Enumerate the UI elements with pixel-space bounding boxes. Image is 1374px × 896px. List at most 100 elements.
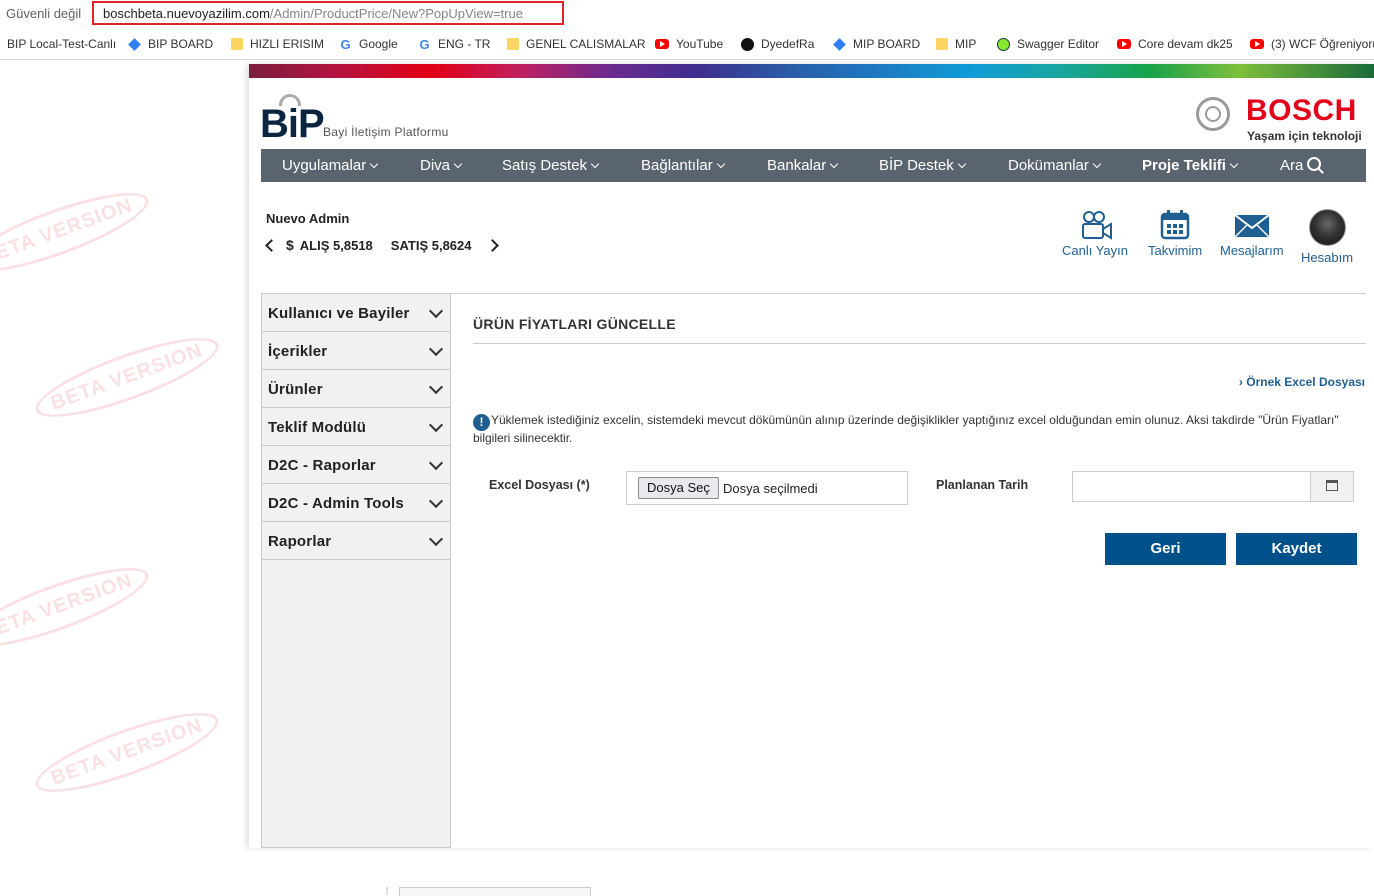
bookmark-core-devam[interactable]: Core devam dk25 [1117, 37, 1233, 51]
date-picker-button[interactable] [1310, 472, 1353, 501]
sidebar-item-d2c-raporlar[interactable]: D2C - Raporlar [262, 446, 450, 484]
bookmark-label: ENG - TR [438, 37, 491, 51]
jira-diamond-icon [833, 37, 846, 51]
security-indicator[interactable]: Güvenli değil [6, 6, 81, 21]
exchange-rates: $ ALIŞ 5,8518 SATIŞ 5,8624 [265, 237, 499, 253]
folder-icon [507, 38, 519, 50]
bookmark-hizli-erisim[interactable]: HIZLI ERISIM [231, 37, 324, 51]
info-icon: ! [473, 414, 490, 431]
excel-file-label: Excel Dosyası (*) [489, 478, 590, 492]
sidebar-item-raporlar[interactable]: Raporlar [262, 522, 450, 560]
nav-bankalar[interactable]: Bankalar [763, 149, 841, 182]
nav-uygulamalar[interactable]: Uygulamalar [278, 149, 381, 182]
choose-file-button[interactable]: Dosya Seç [638, 477, 719, 499]
chevron-down-icon [716, 159, 725, 169]
bosch-armature-icon [1196, 97, 1230, 131]
bookmark-label: Core devam dk25 [1138, 37, 1233, 51]
chevron-down-icon [428, 417, 444, 433]
bookmark-mip-board[interactable]: MIP BOARD [833, 37, 920, 51]
sidebar-item-label: Raporlar [268, 533, 332, 550]
nav-label: Ara [1280, 157, 1304, 174]
chevron-down-icon [428, 379, 444, 395]
nav-search[interactable]: Ara [1276, 149, 1325, 182]
bookmark-bip-local[interactable]: BIP Local-Test-Canlı [7, 37, 116, 51]
chevron-down-icon [428, 531, 444, 547]
bosch-logo: BOSCH Yaşam için teknoloji [1196, 94, 1366, 144]
url-path: /Admin/ProductPrice/New?PopUpView=true [269, 6, 523, 21]
logo-text: BiP [260, 102, 325, 146]
bookmark-youtube[interactable]: YouTube [655, 37, 723, 51]
address-field[interactable]: boschbeta.nuevoyazilim.com/Admin/Product… [92, 1, 564, 25]
bookmark-label: GENEL CALISMALAR [526, 37, 646, 51]
tool-label: Canlı Yayın [1062, 243, 1129, 258]
sidebar-item-d2c-admin-tools[interactable]: D2C - Admin Tools [262, 484, 450, 522]
nav-label: Bankalar [767, 157, 827, 174]
save-button[interactable]: Kaydet [1236, 533, 1357, 565]
chevron-down-icon [428, 303, 444, 319]
planned-date-label: Planlanan Tarih [936, 478, 1029, 492]
brand-slogan: Yaşam için teknoloji [1247, 129, 1362, 143]
sidebar-item-label: D2C - Admin Tools [268, 495, 404, 512]
tool-hesabim[interactable]: Hesabım [1301, 209, 1353, 265]
bookmark-swagger-editor[interactable]: Swagger Editor [997, 37, 1099, 51]
bookmark-label: (3) WCF Öğreniyoru [1271, 37, 1374, 51]
chevron-left-icon[interactable] [265, 238, 278, 252]
nav-label: Uygulamalar [282, 157, 367, 174]
github-icon [741, 37, 754, 51]
chevron-down-icon [428, 493, 444, 509]
bookmark-label: Swagger Editor [1017, 37, 1100, 51]
nav-diva[interactable]: Diva [416, 149, 465, 182]
calendar-icon [1160, 210, 1190, 240]
chevron-right-icon[interactable] [485, 238, 499, 252]
nav-label: Satış Destek [502, 157, 588, 174]
url-host: boschbeta.nuevoyazilim.com [103, 6, 270, 21]
excel-file-input[interactable]: Dosya Seç Dosya seçilmedi [626, 471, 908, 505]
sell-rate: SATIŞ 5,8624 [390, 237, 472, 253]
beta-watermark: BETA VERSION [0, 553, 156, 662]
sidebar-item-kullanici-bayiler[interactable]: Kullanıcı ve Bayiler [262, 294, 450, 332]
back-button[interactable]: Geri [1105, 533, 1226, 565]
nav-label: Bağlantılar [641, 157, 713, 174]
buy-rate: ALIŞ 5,8518 [299, 237, 373, 253]
tool-canli-yayin[interactable]: Canlı Yayın [1062, 209, 1128, 258]
sidebar-item-icerikler[interactable]: İçerikler [262, 332, 450, 370]
folder-icon [231, 38, 243, 50]
tool-mesajlarim[interactable]: Mesajlarım [1220, 209, 1284, 258]
chevron-down-icon [428, 341, 444, 357]
example-excel-link[interactable]: › Örnek Excel Dosyası [1239, 375, 1365, 389]
sidebar-item-teklif-modulu[interactable]: Teklif Modülü [262, 408, 450, 446]
bookmark-eng-tr[interactable]: G ENG - TR [418, 37, 490, 51]
planned-date-input[interactable] [1072, 471, 1354, 502]
tool-label: Hesabım [1301, 250, 1354, 265]
popup-page: BiP Bayi İletişim Platformu BOSCH Yaşam … [249, 64, 1374, 848]
envelope-icon [1234, 214, 1270, 238]
bookmark-genel-calismalar[interactable]: GENEL CALISMALAR [507, 37, 646, 51]
calendar-icon [1326, 480, 1338, 491]
bookmark-wcf[interactable]: (3) WCF Öğreniyoru [1250, 37, 1374, 51]
sidebar-item-urunler[interactable]: Ürünler [262, 370, 450, 408]
search-icon [1307, 157, 1322, 171]
bookmark-bip-board[interactable]: BIP BOARD [128, 37, 213, 51]
folder-icon [936, 38, 948, 50]
tool-label: Takvimim [1148, 243, 1203, 258]
nav-baglantilar[interactable]: Bağlantılar [637, 149, 728, 182]
bookmark-label: MIP [955, 37, 977, 51]
upload-warning: ! Yüklemek istediğiniz excelin, sistemdek… [473, 413, 1353, 446]
tool-takvimim[interactable]: Takvimim [1148, 209, 1202, 258]
chevron-right-icon: › [1238, 375, 1243, 389]
bookmark-google[interactable]: G Google [339, 36, 397, 52]
bookmark-dyedefra[interactable]: DyedefRa [741, 37, 814, 51]
bookmark-label: MIP BOARD [853, 37, 921, 51]
google-icon: G [340, 36, 351, 52]
admin-sidebar: Kullanıcı ve Bayiler İçerikler Ürünler T… [261, 294, 451, 848]
bookmark-mip[interactable]: MIP [936, 37, 976, 51]
chevron-down-icon [829, 159, 839, 169]
nav-proje-teklifi[interactable]: Proje Teklifi [1138, 149, 1241, 182]
nav-dokumanlar[interactable]: Dokümanlar [1004, 149, 1104, 182]
brand-color-stripe [249, 64, 1374, 78]
nav-bip-destek[interactable]: BİP Destek [875, 149, 969, 182]
swagger-icon [997, 37, 1010, 51]
chevron-down-icon [453, 159, 463, 169]
nav-satis-destek[interactable]: Satış Destek [498, 149, 602, 182]
user-name: Nuevo Admin [266, 211, 350, 226]
